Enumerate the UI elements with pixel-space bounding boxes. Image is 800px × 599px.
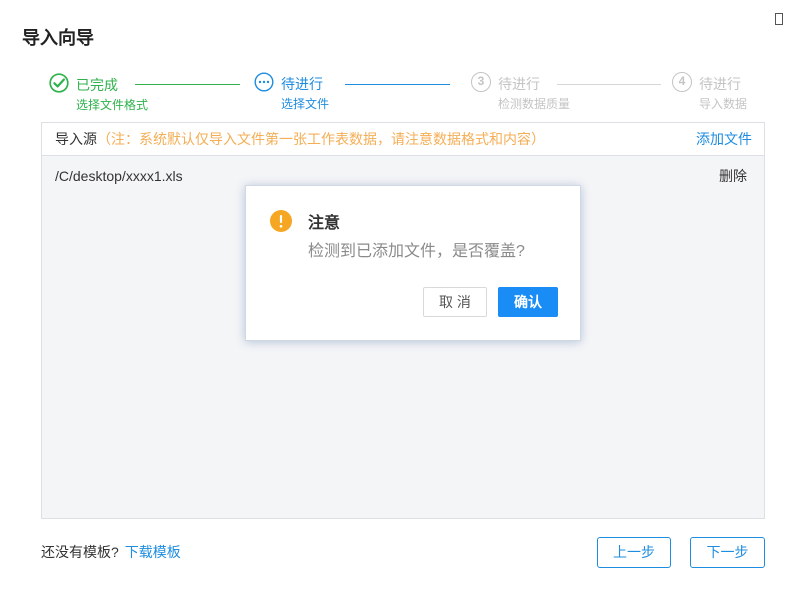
file-path: /C/desktop/xxxx1.xls bbox=[55, 168, 183, 184]
previous-step-button[interactable]: 上一步 bbox=[597, 537, 671, 568]
ellipsis-circle-icon bbox=[254, 72, 274, 92]
delete-file-button[interactable]: 删除 bbox=[719, 166, 747, 186]
step-connector-3 bbox=[557, 84, 661, 85]
step-3-status: 待进行 bbox=[498, 76, 540, 92]
step-1-status: 已完成 bbox=[76, 77, 118, 93]
step-3-number-icon: 3 bbox=[471, 72, 491, 92]
import-note: （注：系统默认仅导入文件第一张工作表数据，请注意数据格式和内容） bbox=[97, 131, 545, 147]
step-4-status: 待进行 bbox=[699, 76, 741, 92]
download-template-link[interactable]: 下载模板 bbox=[125, 544, 181, 560]
modal-message: 检测到已添加文件，是否覆盖? bbox=[308, 243, 525, 260]
confirm-button[interactable]: 确认 bbox=[498, 287, 558, 317]
confirm-dialog: 注意 检测到已添加文件，是否覆盖? 取 消 确认 bbox=[245, 185, 581, 341]
step-connector-1 bbox=[135, 84, 240, 85]
close-icon[interactable] bbox=[775, 13, 783, 25]
step-2-status: 待进行 bbox=[281, 76, 323, 92]
add-file-link[interactable]: 添加文件 bbox=[696, 123, 752, 155]
next-step-button[interactable]: 下一步 bbox=[690, 537, 765, 568]
panel-header: 导入源（注：系统默认仅导入文件第一张工作表数据，请注意数据格式和内容） 添加文件 bbox=[42, 123, 764, 156]
dialog-title: 导入向导 bbox=[22, 28, 94, 48]
check-circle-icon bbox=[49, 73, 69, 93]
step-3-label: 检测数据质量 bbox=[498, 97, 571, 111]
step-4: 4 待进行 导入数据 bbox=[672, 72, 752, 114]
no-template-text: 还没有模板? bbox=[41, 544, 119, 560]
step-4-label: 导入数据 bbox=[699, 97, 748, 111]
step-2-label: 选择文件 bbox=[281, 97, 330, 111]
modal-title: 注意 bbox=[308, 215, 341, 232]
template-hint: 还没有模板? 下载模板 bbox=[41, 543, 181, 561]
cancel-button[interactable]: 取 消 bbox=[423, 287, 487, 317]
step-2: 待进行 选择文件 bbox=[254, 72, 364, 114]
source-label: 导入源 bbox=[55, 131, 97, 147]
step-1: 已完成 选择文件格式 bbox=[49, 73, 159, 115]
step-3: 3 待进行 检测数据质量 bbox=[471, 72, 581, 114]
warning-icon bbox=[270, 210, 292, 232]
step-1-label: 选择文件格式 bbox=[76, 98, 149, 112]
step-connector-2 bbox=[345, 84, 450, 85]
step-4-number-icon: 4 bbox=[672, 72, 692, 92]
